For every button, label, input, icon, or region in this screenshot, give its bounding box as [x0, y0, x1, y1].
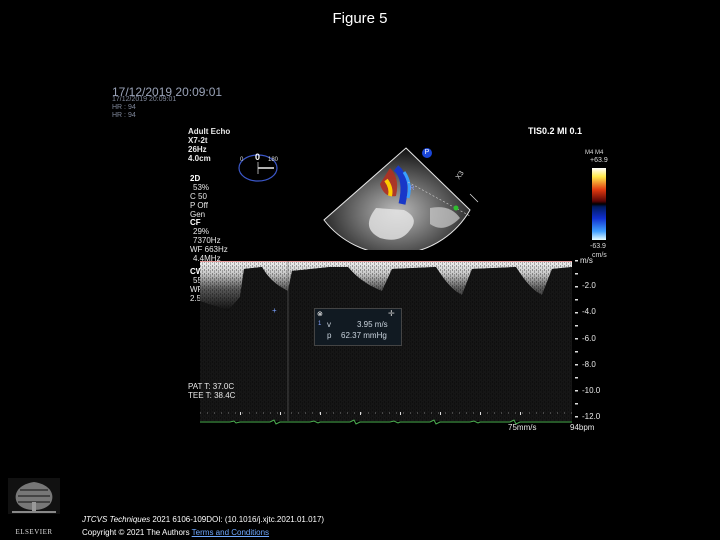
measurement-v-value: 3.95 m/s — [357, 320, 388, 329]
tis-mi-readout: TIS0.2 MI 0.1 — [528, 126, 583, 136]
timestamp-overlay: 17/12/2019 20:09:01 HR : 94 HR : 94 — [112, 96, 176, 120]
section-2d-value: P Off — [190, 201, 208, 210]
elsevier-logo — [8, 478, 60, 514]
probe-name: X7-2t — [188, 136, 208, 145]
measurement-v-label: v — [327, 320, 331, 329]
angle-left-label: 0 — [240, 157, 244, 163]
sector-label-p: P — [422, 148, 432, 158]
doppler-unit: m/s — [580, 256, 593, 265]
angle-center-label: 0 — [255, 152, 261, 162]
colorbar-unit: cm/s — [592, 252, 607, 259]
frame-rate: 26Hz — [188, 145, 207, 154]
sector-image — [323, 147, 479, 250]
scale-tick: -4.0 — [582, 307, 596, 316]
tee-temperature: TEE T: 38.4C — [188, 391, 236, 400]
scale-tick: -2.0 — [582, 281, 596, 290]
colorbar-top: +63.9 — [590, 157, 608, 164]
sweep-speed: 75mm/s — [508, 423, 537, 432]
color-scale-bar — [592, 168, 606, 240]
section-2d: 2D 53% C 50 P Off Gen — [190, 174, 209, 219]
section-cf-value: WF 663Hz — [190, 245, 228, 254]
section-cf: CF 29% 7370Hz WF 663Hz 4.4MHz — [190, 218, 228, 263]
section-cf-label: CF — [190, 218, 201, 227]
heart-rate-bpm: 94bpm — [570, 423, 595, 432]
heart-rate-line: HR : 94 — [112, 104, 136, 111]
measurement-move-icon: ✛ — [388, 309, 395, 318]
measurement-p-label: p — [327, 331, 332, 340]
sector-label-r: R — [410, 186, 415, 192]
scale-tick: -12.0 — [582, 412, 601, 421]
terms-link[interactable]: Terms and Conditions — [192, 528, 269, 537]
scale-tick-marks — [575, 260, 578, 418]
copyright-line: Copyright © 2021 The Authors Terms and C… — [82, 528, 269, 537]
measurement-index: 1 — [318, 321, 322, 327]
section-2d-value: C 50 — [190, 192, 207, 201]
journal-name: JTCVS Techniques — [82, 515, 151, 524]
scale-tick: -8.0 — [582, 360, 596, 369]
slide-title: Figure 5 — [332, 10, 388, 27]
scale-tick: -10.0 — [582, 386, 601, 395]
colorbar-bottom: -63.9 — [590, 243, 606, 250]
depth: 4.0cm — [188, 154, 211, 163]
copyright-text: Copyright © 2021 The Authors — [82, 528, 190, 537]
scale-tick: -6.0 — [582, 334, 596, 343]
temperature-panel: PAT T: 37.0C TEE T: 38.4C — [188, 382, 235, 400]
measurement-p-value: 62.37 mmHg — [341, 331, 387, 340]
cursor-marker: + — [272, 306, 277, 315]
colorbar-title: M4 M4 — [585, 150, 604, 156]
section-cf-value: 7370Hz — [193, 236, 221, 245]
section-2d-value: 53% — [193, 183, 210, 192]
section-cf-value: 29% — [193, 227, 210, 236]
publisher-name: ELSEVIER — [15, 528, 53, 536]
citation-line: JTCVS Techniques 2021 6106-109DOI: (10.1… — [82, 515, 324, 524]
timestamp-line: 17/12/2019 20:09:01 — [112, 96, 177, 103]
patient-temperature: PAT T: 37.0C — [188, 382, 235, 391]
heart-rate-line: HR : 94 — [112, 112, 136, 119]
parameter-panel: Adult Echo X7-2t 26Hz 4.0cm — [188, 127, 230, 163]
citation-details: 2021 6106-109DOI: (10.1016/j.xjtc.2021.0… — [150, 515, 325, 524]
section-2d-label: 2D — [190, 174, 201, 183]
measurement-close-icon: ⊗ — [317, 311, 323, 318]
angle-right-label: 180 — [268, 157, 279, 163]
mode-title: Adult Echo — [188, 127, 231, 136]
